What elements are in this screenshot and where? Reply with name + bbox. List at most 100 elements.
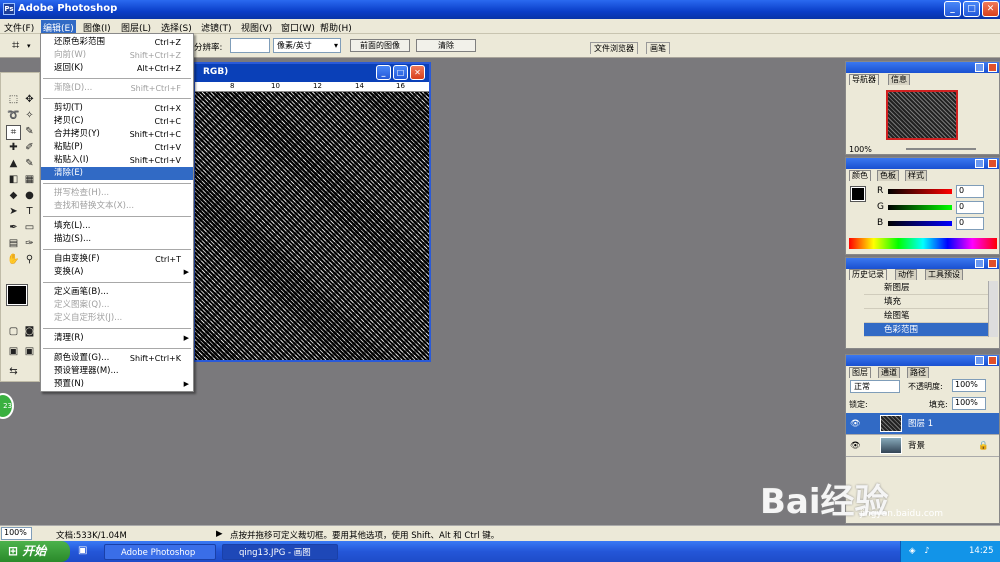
- blue-input[interactable]: 0: [956, 217, 984, 230]
- menu-item-define-brush[interactable]: 定义画笔(B)...: [41, 286, 193, 299]
- slice-tool-icon[interactable]: ✎: [22, 125, 37, 140]
- tab-navigator[interactable]: 导航器: [849, 74, 879, 85]
- lasso-tool-icon[interactable]: ➰: [6, 109, 21, 124]
- volume-icon[interactable]: ♪: [924, 546, 929, 556]
- history-item-selected[interactable]: 色彩范围: [864, 323, 998, 337]
- layer-name[interactable]: 图层 1: [908, 413, 933, 435]
- zoom-tool-icon[interactable]: ⚲: [22, 253, 37, 268]
- tab-info[interactable]: 信息: [888, 74, 910, 85]
- minimize-button[interactable]: _: [944, 1, 961, 17]
- panel-minimize-button[interactable]: [975, 159, 984, 168]
- resolution-input[interactable]: [230, 38, 270, 53]
- shape-tool-icon[interactable]: ▭: [22, 221, 37, 236]
- panel-close-button[interactable]: [988, 356, 997, 365]
- red-input[interactable]: 0: [956, 185, 984, 198]
- status-zoom-input[interactable]: 100%: [1, 527, 32, 540]
- menu-item-paste-into[interactable]: 粘贴入(I) Shift+Ctrl+V: [41, 154, 193, 167]
- screen-mode-icon[interactable]: ▣: [6, 345, 21, 360]
- opacity-input[interactable]: 100%: [952, 379, 986, 392]
- image-canvas[interactable]: [195, 92, 429, 360]
- green-slider[interactable]: [888, 205, 952, 210]
- doc-minimize-button[interactable]: _: [376, 65, 391, 80]
- menu-item-step-backward[interactable]: 返回(K) Alt+Ctrl+Z: [41, 62, 193, 75]
- task-paint[interactable]: qing13.JPG - 画图: [222, 544, 338, 560]
- blue-slider[interactable]: [888, 221, 952, 226]
- blur-tool-icon[interactable]: ◆: [6, 189, 21, 204]
- marquee-tool-icon[interactable]: ⬚: [6, 93, 21, 108]
- menu-item-copy[interactable]: 拷贝(C) Ctrl+C: [41, 115, 193, 128]
- stamp-tool-icon[interactable]: ▲: [6, 157, 21, 172]
- fill-input[interactable]: 100%: [952, 397, 986, 410]
- menu-item-purge[interactable]: 清理(R) ▶: [41, 332, 193, 345]
- menu-window[interactable]: 窗口(W): [281, 21, 315, 34]
- eyedropper-icon[interactable]: ✑: [22, 237, 37, 252]
- gradient-tool-icon[interactable]: ▦: [22, 173, 37, 188]
- menu-item-copy-merged[interactable]: 合并拷贝(Y) Shift+Ctrl+C: [41, 128, 193, 141]
- hand-tool-icon[interactable]: ✋: [6, 253, 21, 268]
- panel-close-button[interactable]: [988, 63, 997, 72]
- doc-maximize-button[interactable]: □: [393, 65, 408, 80]
- play-icon[interactable]: ▶: [216, 529, 223, 539]
- menu-item-clear[interactable]: 清除(E): [41, 167, 193, 180]
- clear-button[interactable]: 清除: [416, 39, 476, 52]
- tab-layers[interactable]: 图层: [849, 367, 871, 378]
- blend-mode-select[interactable]: 正常: [850, 380, 900, 393]
- layer-name[interactable]: 背景: [908, 435, 925, 457]
- layer-row[interactable]: 👁 背景 🔒: [846, 435, 999, 457]
- crop-tool-icon[interactable]: ⌗: [6, 125, 21, 140]
- navigator-thumbnail[interactable]: [886, 90, 958, 140]
- history-item[interactable]: 绘图笔: [864, 309, 998, 323]
- menu-item-preset-manager[interactable]: 预设管理器(M)...: [41, 365, 193, 378]
- foreground-color-swatch[interactable]: [6, 284, 28, 306]
- quickmask-mode-icon[interactable]: ◙: [22, 325, 37, 340]
- tab-tool-presets[interactable]: 工具预设: [925, 269, 963, 280]
- tab-channels[interactable]: 通道: [878, 367, 900, 378]
- history-item[interactable]: 新图层: [864, 281, 998, 295]
- magic-wand-icon[interactable]: ✧: [22, 109, 37, 124]
- tab-color[interactable]: 颜色: [849, 170, 871, 181]
- standard-mode-icon[interactable]: ▢: [6, 325, 21, 340]
- menu-view[interactable]: 视图(V): [241, 21, 272, 34]
- close-button[interactable]: ✕: [982, 1, 999, 17]
- menu-help[interactable]: 帮助(H): [320, 21, 352, 34]
- menu-item-free-transform[interactable]: 自由变换(F) Ctrl+T: [41, 253, 193, 266]
- doc-close-button[interactable]: ✕: [410, 65, 425, 80]
- tab-swatches[interactable]: 色板: [877, 170, 899, 181]
- show-desktop-icon[interactable]: ▣: [78, 545, 87, 556]
- eye-icon[interactable]: 👁: [850, 435, 861, 457]
- eraser-tool-icon[interactable]: ◧: [6, 173, 21, 188]
- tab-brushes[interactable]: 画笔: [646, 42, 670, 54]
- history-item[interactable]: 填充: [864, 295, 998, 309]
- panel-minimize-button[interactable]: [975, 259, 984, 268]
- menu-item-preferences[interactable]: 预置(N) ▶: [41, 378, 193, 391]
- network-icon[interactable]: ◈: [909, 546, 916, 556]
- navigator-zoom[interactable]: 100%: [849, 145, 872, 154]
- tab-paths[interactable]: 路径: [907, 367, 929, 378]
- panel-minimize-button[interactable]: [975, 356, 984, 365]
- panel-close-button[interactable]: [988, 159, 997, 168]
- healing-brush-icon[interactable]: ✚: [6, 141, 21, 156]
- color-foreground-swatch[interactable]: [850, 186, 866, 202]
- start-button[interactable]: ⊞ 开始: [0, 541, 70, 562]
- dodge-tool-icon[interactable]: ●: [22, 189, 37, 204]
- history-brush-icon[interactable]: ✎: [22, 157, 37, 172]
- front-image-button[interactable]: 前面的图像: [350, 39, 410, 52]
- tab-actions[interactable]: 动作: [895, 269, 917, 280]
- menu-file[interactable]: 文件(F): [4, 21, 34, 34]
- menu-filter[interactable]: 滤镜(T): [201, 21, 232, 34]
- tab-file-browser[interactable]: 文件浏览器: [590, 42, 638, 54]
- panel-close-button[interactable]: [988, 259, 997, 268]
- jump-to-imageready-icon[interactable]: ⇆: [6, 365, 21, 380]
- menu-item-fill[interactable]: 填充(L)...: [41, 220, 193, 233]
- navigator-zoom-slider[interactable]: [906, 148, 976, 150]
- menu-item-paste[interactable]: 粘贴(P) Ctrl+V: [41, 141, 193, 154]
- history-scrollbar[interactable]: [988, 281, 998, 337]
- task-photoshop[interactable]: Adobe Photoshop: [104, 544, 216, 560]
- move-tool-icon[interactable]: ✥: [22, 93, 37, 108]
- fullscreen-mode-icon[interactable]: ▣: [22, 345, 37, 360]
- chevron-down-icon[interactable]: ▾: [27, 42, 31, 50]
- menu-item-transform[interactable]: 变换(A) ▶: [41, 266, 193, 279]
- maximize-button[interactable]: □: [963, 1, 980, 17]
- path-select-icon[interactable]: ➤: [6, 205, 21, 220]
- resolution-unit-select[interactable]: 像素/英寸 ▾: [273, 38, 341, 53]
